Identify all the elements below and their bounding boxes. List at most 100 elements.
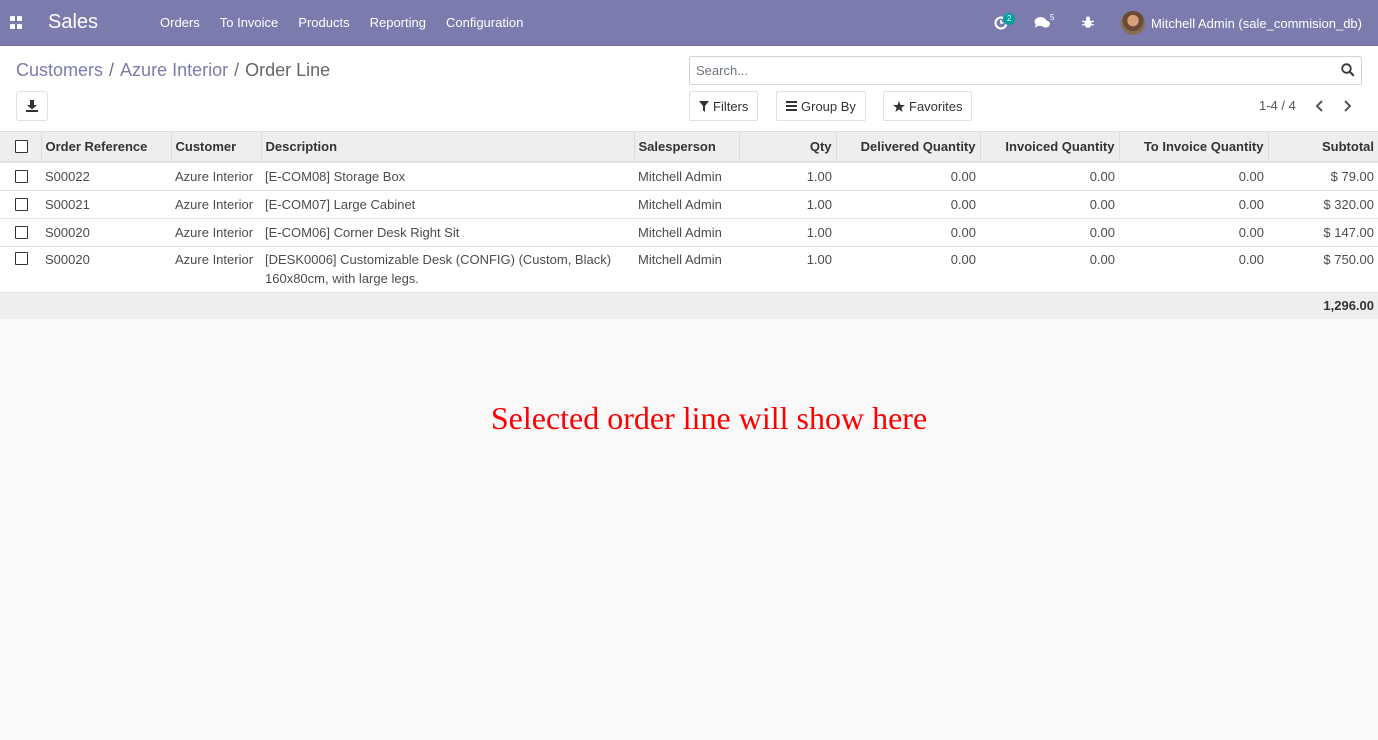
- row-select-cell: [0, 190, 41, 219]
- table-row[interactable]: S00021 Azure Interior [E-COM07] Large Ca…: [0, 190, 1378, 219]
- cell-salesperson: Mitchell Admin: [634, 190, 739, 219]
- favorites-label: Favorites: [909, 98, 963, 114]
- row-checkbox[interactable]: [15, 225, 28, 239]
- cell-description: [E-COM07] Large Cabinet: [261, 190, 634, 219]
- cell-delivered: 0.00: [836, 190, 980, 219]
- cell-salesperson: Mitchell Admin: [634, 162, 739, 191]
- avatar: [1121, 11, 1146, 35]
- table-row[interactable]: S00020 Azure Interior [E-COM06] Corner D…: [0, 218, 1378, 247]
- cell-qty: 1.00: [739, 218, 836, 247]
- group-by-label: Group By: [801, 98, 856, 114]
- column-subtotal[interactable]: Subtotal: [1268, 132, 1378, 163]
- table-row[interactable]: S00022 Azure Interior [E-COM08] Storage …: [0, 162, 1378, 191]
- systray: 2 5 Mitchell Admin (sale_commision_db): [978, 0, 1378, 46]
- pager-next-icon[interactable]: [1340, 98, 1354, 114]
- message-count-badge: 5: [1050, 13, 1055, 22]
- filter-icon: [699, 100, 709, 112]
- list-icon: [786, 101, 797, 111]
- column-description[interactable]: Description: [261, 132, 635, 163]
- cell-salesperson: Mitchell Admin: [634, 246, 739, 293]
- column-invoiced-quantity[interactable]: Invoiced Quantity: [980, 132, 1120, 163]
- favorites-button[interactable]: Favorites: [883, 91, 973, 121]
- cell-subtotal: $ 147.00: [1268, 218, 1378, 247]
- breadcrumb-customers[interactable]: Customers: [16, 60, 103, 80]
- cell-order-reference: S00022: [41, 162, 171, 191]
- main-navbar: Sales Orders To Invoice Products Reporti…: [0, 0, 1378, 46]
- menu-orders[interactable]: Orders: [150, 0, 210, 46]
- cell-invoiced: 0.00: [980, 246, 1119, 293]
- table-header: Order Reference Customer Description Sal…: [0, 132, 1378, 163]
- menu-configuration[interactable]: Configuration: [436, 0, 533, 46]
- cell-customer: Azure Interior: [171, 190, 261, 219]
- bug-icon: [1082, 16, 1094, 28]
- cell-delivered: 0.00: [836, 246, 980, 293]
- cell-invoiced: 0.00: [980, 218, 1119, 247]
- cell-order-reference: S00020: [41, 218, 171, 247]
- apps-icon[interactable]: [10, 16, 23, 29]
- cell-invoiced: 0.00: [980, 190, 1119, 219]
- breadcrumb-separator: /: [234, 60, 240, 80]
- select-all-cell: [0, 132, 42, 163]
- download-icon: [26, 100, 38, 112]
- cell-order-reference: S00021: [41, 190, 171, 219]
- app-name[interactable]: Sales: [48, 10, 98, 34]
- search-input[interactable]: [690, 57, 1330, 84]
- star-icon: [893, 100, 905, 112]
- user-name: Mitchell Admin (sale_commision_db): [1151, 15, 1362, 31]
- menu-to-invoice[interactable]: To Invoice: [210, 0, 289, 46]
- user-menu[interactable]: Mitchell Admin (sale_commision_db): [1121, 9, 1362, 37]
- row-select-cell: [0, 162, 41, 191]
- cell-salesperson: Mitchell Admin: [634, 218, 739, 247]
- cell-customer: Azure Interior: [171, 218, 261, 247]
- search-icon[interactable]: [1341, 63, 1355, 77]
- row-checkbox[interactable]: [15, 251, 28, 265]
- table-row[interactable]: S00020 Azure Interior [DESK0006] Customi…: [0, 246, 1378, 293]
- cell-delivered: 0.00: [836, 218, 980, 247]
- cell-subtotal: $ 750.00: [1268, 246, 1378, 293]
- menu-products[interactable]: Products: [288, 0, 359, 46]
- cell-qty: 1.00: [739, 246, 836, 293]
- annotation-text: Selected order line will show here: [490, 400, 928, 436]
- breadcrumb-azure-interior[interactable]: Azure Interior: [120, 60, 228, 80]
- cell-qty: 1.00: [739, 190, 836, 219]
- column-to-invoice-quantity[interactable]: To Invoice Quantity: [1119, 132, 1269, 163]
- cell-delivered: 0.00: [836, 162, 980, 191]
- row-checkbox[interactable]: [15, 169, 28, 183]
- activity-count-badge: 2: [1003, 13, 1016, 25]
- column-qty[interactable]: Qty: [739, 132, 837, 163]
- messaging-menu[interactable]: 5: [1034, 0, 1064, 46]
- pager-value[interactable]: 1-4 / 4: [1259, 98, 1296, 113]
- cell-customer: Azure Interior: [171, 162, 261, 191]
- group-by-button[interactable]: Group By: [776, 91, 866, 121]
- debug-menu[interactable]: [1082, 0, 1102, 46]
- top-menu: Orders To Invoice Products Reporting Con…: [150, 0, 533, 46]
- row-checkbox[interactable]: [15, 197, 28, 211]
- column-order-reference[interactable]: Order Reference: [41, 132, 172, 163]
- select-all-checkbox[interactable]: [15, 140, 28, 153]
- menu-reporting[interactable]: Reporting: [360, 0, 436, 46]
- order-lines-table: Order Reference Customer Description Sal…: [0, 132, 1378, 319]
- export-button[interactable]: [16, 91, 48, 121]
- filters-button[interactable]: Filters: [689, 91, 759, 121]
- filters-label: Filters: [713, 98, 749, 114]
- pager-previous-icon[interactable]: [1313, 98, 1327, 114]
- cell-customer: Azure Interior: [171, 246, 261, 293]
- cell-to-invoice: 0.00: [1119, 190, 1268, 219]
- row-select-cell: [0, 246, 41, 293]
- control-panel: Customers/Azure Interior/Order Line Filt…: [0, 46, 1378, 132]
- breadcrumb-separator: /: [109, 60, 115, 80]
- cell-invoiced: 0.00: [980, 162, 1119, 191]
- subtotal-sum: 1,296.00: [1268, 292, 1378, 319]
- breadcrumb: Customers / Azure Interior / Order Line: [16, 59, 330, 81]
- column-salesperson[interactable]: Salesperson: [634, 132, 740, 163]
- cell-to-invoice: 0.00: [1119, 218, 1268, 247]
- column-delivered-quantity[interactable]: Delivered Quantity: [836, 132, 981, 163]
- cell-description: [DESK0006] Customizable Desk (CONFIG) (C…: [261, 246, 634, 293]
- activity-menu[interactable]: 2: [994, 0, 1024, 46]
- cell-to-invoice: 0.00: [1119, 246, 1268, 293]
- column-customer[interactable]: Customer: [171, 132, 262, 163]
- cell-qty: 1.00: [739, 162, 836, 191]
- cell-to-invoice: 0.00: [1119, 162, 1268, 191]
- table-footer: 1,296.00: [0, 292, 1378, 319]
- cell-description: [E-COM06] Corner Desk Right Sit: [261, 218, 634, 247]
